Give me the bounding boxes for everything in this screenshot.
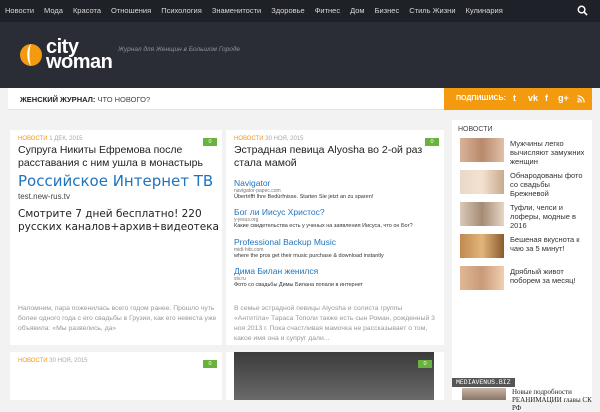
article-date: 30 Ноя, 2015 xyxy=(265,136,304,142)
nav-item-beauty[interactable]: Красота xyxy=(68,0,106,22)
article-title[interactable]: Супруга Никиты Ефремова после расставани… xyxy=(18,144,218,170)
news-thumbnail[interactable] xyxy=(460,266,504,290)
ad-description: Фото со свадьбы Димы Билана попали в инт… xyxy=(234,282,364,288)
breadcrumb-page: Что нового? xyxy=(97,95,151,104)
sidebar-heading: Новости xyxy=(458,126,493,133)
ad-item[interactable]: Бог ли Иисус Христос? y-jesus.org Какие … xyxy=(234,207,413,229)
article-meta: Новости 1 Дек, 2015 xyxy=(18,136,83,142)
mediavenus-widget[interactable]: MEDIAVENUS.BIZ Новые подробности РЕАНИМА… xyxy=(452,378,592,412)
article-meta: Новости 30 Ноя, 2015 xyxy=(234,136,304,142)
news-title[interactable]: Дряблый живот поборем за месяц! xyxy=(510,267,588,285)
nav-item-home[interactable]: Дом xyxy=(345,0,370,22)
google-plus-icon[interactable]: g+ xyxy=(558,93,569,103)
mediavenus-photo[interactable] xyxy=(462,388,506,400)
search-icon[interactable] xyxy=(577,5,588,16)
ad-title[interactable]: Navigator xyxy=(234,178,373,188)
article-meta: Новости 30 Ноя, 2015 xyxy=(18,358,88,364)
vk-icon[interactable]: vk xyxy=(528,93,538,103)
ad-title[interactable]: Российское Интернет ТВ xyxy=(18,172,213,190)
article-date: 30 Ноя, 2015 xyxy=(49,358,88,364)
nav-item-news[interactable]: Новости xyxy=(0,0,39,22)
twitter-icon[interactable]: t xyxy=(513,93,516,103)
logo-mark-icon xyxy=(20,44,42,66)
ad-title[interactable]: Бог ли Иисус Христос? xyxy=(234,207,413,217)
subscribe-label: ПОДПИШИСЬ: xyxy=(456,95,506,102)
nav-item-psychology[interactable]: Психология xyxy=(156,0,207,22)
ad-title[interactable]: Дима Билан женился xyxy=(234,266,363,276)
ad-item[interactable]: Professional Backup Music midi-hits.com … xyxy=(234,237,384,259)
sidebar-news-item[interactable]: Мужчины легко вычисляют замужних женщин xyxy=(460,138,588,166)
ad-description: Übertrifft Ihre Bedürfnisse. Starten Sie… xyxy=(234,194,374,200)
news-title[interactable]: Обнародованы фото со свадьбы Брежневой xyxy=(510,171,588,198)
sidebar-news-item[interactable]: Туфли, челси и лоферы, модные в 2016 xyxy=(460,202,588,230)
facebook-icon[interactable]: f xyxy=(545,93,548,103)
article-excerpt: В семье эстрадной певицы Alyosha и солис… xyxy=(234,305,435,342)
nav-item-fitness[interactable]: Фитнес xyxy=(310,0,345,22)
news-title[interactable]: Туфли, челси и лоферы, модные в 2016 xyxy=(510,203,588,230)
nav-item-health[interactable]: Здоровье xyxy=(266,0,309,22)
article-excerpt: Напомним, пара поженилась всего годом ра… xyxy=(18,305,217,332)
site-logo[interactable]: city woman xyxy=(20,36,120,80)
nav-item-lifestyle[interactable]: Стиль Жизни xyxy=(404,0,460,22)
article-card[interactable]: Новости 30 Ноя, 2015 0 Эстрадная певица … xyxy=(226,130,444,345)
ad-description: where the pros get their music purchase … xyxy=(234,253,384,259)
mediavenus-brand[interactable]: MEDIAVENUS.BIZ xyxy=(452,378,515,387)
news-title[interactable]: Бешеная вкуснота к чаю за 5 минут! xyxy=(510,235,588,253)
subscribe-bar: ПОДПИШИСЬ: t vk f g+ xyxy=(444,88,592,110)
nav-item-business[interactable]: Бизнес xyxy=(370,0,405,22)
site-tagline: Журнал для Женщин в Большом Городе xyxy=(118,46,241,53)
ad-description[interactable]: Смотрите 7 дней бесплатно! 220 русских к… xyxy=(18,208,228,234)
top-nav: Новости Мода Красота Отношения Психологи… xyxy=(0,0,600,22)
sidebar-news-item[interactable]: Дряблый живот поборем за месяц! xyxy=(460,266,588,292)
article-image[interactable] xyxy=(234,352,434,400)
article-card[interactable]: Новости 1 Дек, 2015 0 Супруга Никиты Ефр… xyxy=(10,130,222,345)
news-title[interactable]: Мужчины легко вычисляют замужних женщин xyxy=(510,139,588,166)
breadcrumb-section[interactable]: Женский журнал: xyxy=(20,95,95,104)
comment-count-badge[interactable]: 0 xyxy=(418,360,432,368)
ad-title[interactable]: Professional Backup Music xyxy=(234,237,384,247)
article-category[interactable]: Новости xyxy=(18,358,48,364)
ad-description: Какие свидетельства есть у ученых на зая… xyxy=(234,223,413,229)
nav-item-celebrities[interactable]: Знаменитости xyxy=(207,0,266,22)
nav-item-cooking[interactable]: Кулинария xyxy=(461,0,508,22)
news-thumbnail[interactable] xyxy=(460,202,504,226)
news-thumbnail[interactable] xyxy=(460,234,504,258)
nav-item-relationships[interactable]: Отношения xyxy=(106,0,156,22)
sidebar-news-item[interactable]: Бешеная вкуснота к чаю за 5 минут! xyxy=(460,234,588,260)
ad-url[interactable]: test.new-rus.tv xyxy=(18,192,70,201)
article-card[interactable]: Новости 30 Ноя, 2015 0 xyxy=(10,352,222,400)
article-card[interactable]: 0 xyxy=(226,352,444,400)
breadcrumb: Женский журнал: Что нового? xyxy=(8,88,444,110)
news-thumbnail[interactable] xyxy=(460,170,504,194)
sidebar-news-item[interactable]: Обнародованы фото со свадьбы Брежневой xyxy=(460,170,588,198)
sidebar-news: Новости Мужчины легко вычисляют замужних… xyxy=(452,120,592,380)
mediavenus-headline[interactable]: Новые подробности РЕАНИМАЦИИ главы СК РФ xyxy=(512,388,592,412)
rss-icon[interactable] xyxy=(577,95,585,103)
article-date: 1 Дек, 2015 xyxy=(49,136,83,142)
article-category[interactable]: Новости xyxy=(234,136,264,142)
ad-item[interactable]: Navigator navigator-papec.com Übertrifft… xyxy=(234,178,373,200)
article-title[interactable]: Эстрадная певица Alyosha во 2-ой раз ста… xyxy=(234,144,439,170)
nav-item-fashion[interactable]: Мода xyxy=(39,0,68,22)
article-category[interactable]: Новости xyxy=(18,136,48,142)
comment-count-badge[interactable]: 0 xyxy=(203,360,217,368)
ad-item[interactable]: Дима Билан женился stv.ru Фото со свадьб… xyxy=(234,266,363,288)
news-thumbnail[interactable] xyxy=(460,138,504,162)
logo-text-woman: woman xyxy=(46,51,113,73)
